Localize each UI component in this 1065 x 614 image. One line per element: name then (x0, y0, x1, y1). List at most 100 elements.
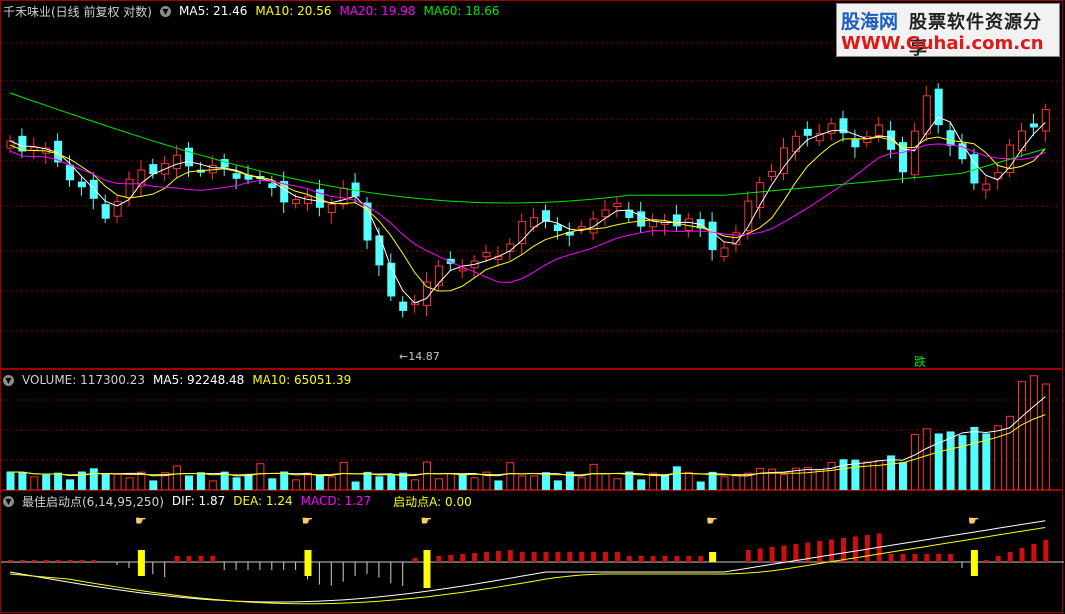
macd-bar (888, 554, 894, 562)
macd-bar (519, 552, 525, 562)
chevron-down-icon[interactable]: ▼ (160, 5, 171, 17)
macd-bar (19, 560, 25, 562)
macd-bar (626, 556, 632, 562)
volume-bar (994, 425, 1003, 491)
indicator-panel[interactable]: ☛ ☛ ☛ ☛ ☛ ▼ 最佳启动点(6,14,95,250) DIF: 1.87 DEA… (0, 490, 1064, 613)
volume-bar (756, 467, 765, 491)
volume-bar (42, 474, 51, 491)
macd-bar (1043, 540, 1049, 562)
volume-header: ▼ VOLUME: 117300.23 MA5: 92248.48 MA10: … (3, 372, 351, 388)
candle-body (982, 183, 991, 191)
volume-bar (672, 466, 681, 491)
volume-bar (173, 465, 182, 491)
macd-bar (484, 552, 489, 562)
start-point-bar (423, 550, 431, 588)
macd-bar (662, 556, 668, 562)
macd-bar (698, 556, 704, 562)
volume-bar (1029, 375, 1038, 491)
start-point-bar (709, 552, 717, 562)
volume-ma10: MA10: 65051.39 (252, 373, 352, 387)
candle-body (672, 214, 681, 227)
volume-bar (815, 468, 824, 491)
volume-bar (446, 473, 455, 491)
volume-panel[interactable]: ▼ VOLUME: 117300.23 MA5: 92248.48 MA10: … (0, 369, 1064, 491)
watermark-brand: 股海网 (841, 11, 899, 33)
low-price-label: ←14.87 (399, 350, 440, 363)
volume-bar (601, 473, 610, 491)
candle-body (1018, 130, 1026, 151)
volume-value: VOLUME: 117300.23 (22, 373, 145, 387)
dea-line (9, 526, 1046, 605)
volume-bar (970, 426, 979, 491)
candle-body (339, 187, 348, 205)
volume-bar (899, 462, 907, 491)
volume-bar (1018, 381, 1026, 491)
start-point-bar (304, 550, 312, 576)
start-point-bar (137, 550, 145, 576)
candle-body (553, 224, 562, 231)
macd-bar (79, 560, 85, 562)
signal-label: 跌 (914, 355, 927, 369)
volume-bar (696, 481, 705, 491)
candle-body (994, 172, 1003, 180)
candle-body (375, 235, 384, 266)
volume-bar (292, 479, 301, 491)
macd-bar (531, 552, 537, 562)
volume-bar (506, 462, 515, 491)
hand-pointer-icon: ☛ (421, 514, 433, 529)
volume-bar (613, 478, 622, 491)
volume-bar (720, 476, 729, 491)
volume-bar (530, 475, 539, 491)
macd-bar (781, 545, 787, 562)
volume-canvas[interactable] (1, 370, 1064, 491)
macd-bar (924, 554, 930, 562)
stock-title: 千禾味业(日线 前复权 对数) (3, 4, 152, 19)
candle-body (875, 124, 884, 137)
macd-bar (829, 539, 835, 562)
volume-bar (423, 461, 431, 491)
candle-body (922, 95, 931, 135)
volume-bar (958, 435, 967, 491)
volume-bar (518, 475, 527, 491)
price-chart-panel[interactable]: 千禾味业(日线 前复权 对数) ▼ MA5: 21.46 MA10: 20.56… (0, 0, 1064, 369)
volume-bar (315, 474, 324, 491)
volume-bar (327, 476, 336, 491)
ma20-value: MA20: 19.98 (339, 4, 416, 18)
chevron-down-icon[interactable]: ▼ (3, 374, 14, 386)
macd-bar (436, 556, 442, 562)
volume-bar (18, 471, 27, 491)
macd-bar (495, 551, 501, 562)
macd-bar (31, 560, 37, 562)
macd-bar (567, 552, 573, 562)
volume-bar (268, 478, 277, 491)
dea-value: DEA: 1.24 (233, 494, 293, 508)
candle-body (327, 203, 336, 214)
indicator-title: 最佳启动点(6,14,95,250) (22, 494, 164, 509)
candle-body (613, 202, 622, 208)
volume-bar (732, 474, 741, 491)
candle-body (910, 130, 919, 176)
candle-body (577, 226, 586, 230)
macd-bar (817, 541, 823, 562)
volume-bar (66, 479, 74, 491)
volume-bar (661, 474, 669, 491)
hand-pointer-icon: ☛ (706, 514, 718, 529)
volume-bar (196, 472, 205, 491)
dif-value: DIF: 1.87 (171, 494, 226, 508)
volume-bar (780, 474, 788, 491)
macd-bar (67, 560, 73, 562)
ma5-value: MA5: 21.46 (179, 4, 248, 18)
candle-body (768, 170, 777, 177)
volume-bar (1041, 383, 1050, 491)
volume-bar (113, 473, 122, 491)
chevron-down-icon[interactable]: ▼ (3, 495, 14, 507)
macd-bar (210, 556, 216, 562)
candle-body (173, 154, 182, 170)
macd-bar (614, 552, 620, 562)
volume-bar (89, 468, 98, 491)
volume-bar (589, 463, 598, 491)
volume-bar (244, 473, 253, 491)
candle-body (30, 146, 39, 151)
macd-value: MACD: 1.27 (300, 494, 372, 508)
volume-bar (542, 472, 550, 491)
